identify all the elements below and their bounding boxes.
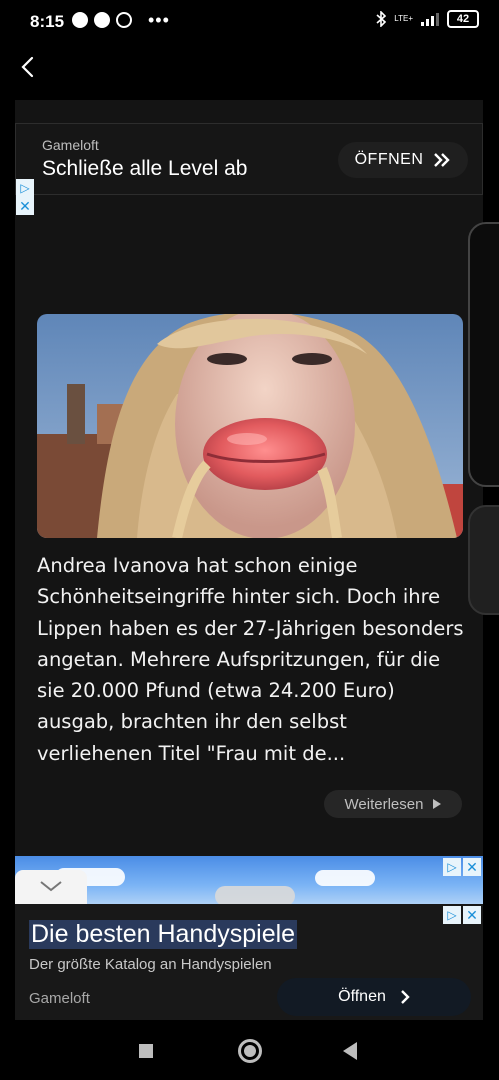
system-nav-bar bbox=[0, 1020, 499, 1080]
close-icon[interactable]: ✕ bbox=[16, 197, 34, 215]
strip-ad-controls: ▷ ✕ bbox=[443, 858, 481, 876]
ad-controls: ▷ ✕ bbox=[16, 179, 36, 215]
chevron-left-icon bbox=[21, 56, 34, 78]
ad-open-label: ÖFFNEN bbox=[354, 151, 424, 168]
read-more-label: Weiterlesen bbox=[344, 795, 424, 813]
ad-image-strip[interactable]: ▷ ✕ bbox=[15, 856, 483, 904]
status-time: 8:15 bbox=[30, 12, 65, 31]
double-chevron-right-icon bbox=[434, 153, 451, 167]
ad-title: Schließe alle Level ab bbox=[42, 157, 248, 180]
feed-content: Gameloft Schließe alle Level ab ÖFFNEN ▷… bbox=[15, 100, 483, 1020]
bluetooth-icon bbox=[376, 11, 387, 27]
bottom-ad[interactable]: Die besten Handyspiele Der größte Katalo… bbox=[15, 904, 483, 1020]
bottom-ad-open-label: Öffnen bbox=[338, 988, 386, 1005]
bottom-ad-subtitle: Der größte Katalog an Handyspielen bbox=[29, 956, 272, 973]
bottom-ad-brand: Gameloft bbox=[29, 990, 90, 1007]
cloud-shape bbox=[315, 870, 375, 886]
close-icon[interactable]: ✕ bbox=[463, 858, 481, 876]
notification-icons: ••• bbox=[72, 10, 170, 30]
read-more-button[interactable]: Weiterlesen bbox=[324, 790, 462, 818]
top-ad-banner[interactable]: Gameloft Schließe alle Level ab ÖFFNEN ▷… bbox=[15, 123, 483, 215]
bottom-ad-title: Die besten Handyspiele bbox=[29, 920, 298, 949]
ad-brand: Gameloft bbox=[42, 137, 99, 153]
ad-choices-icon[interactable]: ▷ bbox=[16, 179, 34, 197]
whatsapp-icon bbox=[116, 12, 132, 28]
portrait-image bbox=[37, 314, 463, 538]
circle-icon[interactable] bbox=[238, 1039, 262, 1063]
bottom-ad-controls: ▷ ✕ bbox=[443, 906, 481, 924]
article-text: Andrea Ivanova hat schon einige Schönhei… bbox=[37, 554, 464, 765]
collapse-ad-button[interactable] bbox=[15, 870, 87, 904]
more-notifications-icon: ••• bbox=[148, 10, 170, 30]
ad-choices-icon[interactable]: ▷ bbox=[443, 906, 461, 924]
data-saver-icon bbox=[72, 12, 88, 28]
status-bar: 8:15 ••• LTE+ 42 bbox=[0, 0, 499, 44]
article-image[interactable] bbox=[37, 314, 463, 538]
triangle-back-icon[interactable] bbox=[343, 1042, 357, 1060]
floating-side-handle[interactable] bbox=[468, 505, 499, 615]
network-type: LTE+ bbox=[394, 14, 413, 23]
close-icon[interactable]: ✕ bbox=[463, 906, 481, 924]
ad-choices-icon[interactable]: ▷ bbox=[443, 858, 461, 876]
bottom-ad-open-button[interactable]: Öffnen bbox=[277, 978, 471, 1016]
chevron-down-icon bbox=[40, 881, 62, 892]
square-icon[interactable] bbox=[139, 1044, 153, 1058]
battery-indicator: 42 bbox=[447, 10, 479, 28]
back-button[interactable] bbox=[14, 52, 42, 82]
signal-icon bbox=[421, 12, 439, 26]
floating-side-panel[interactable] bbox=[468, 222, 499, 487]
play-arrow-icon bbox=[433, 799, 442, 809]
ad-open-button[interactable]: ÖFFNEN bbox=[338, 142, 468, 178]
cloud-shape bbox=[215, 886, 295, 904]
system-icons: LTE+ 42 bbox=[376, 10, 479, 28]
chevron-right-icon bbox=[401, 990, 410, 1004]
dnd-icon bbox=[94, 12, 110, 28]
